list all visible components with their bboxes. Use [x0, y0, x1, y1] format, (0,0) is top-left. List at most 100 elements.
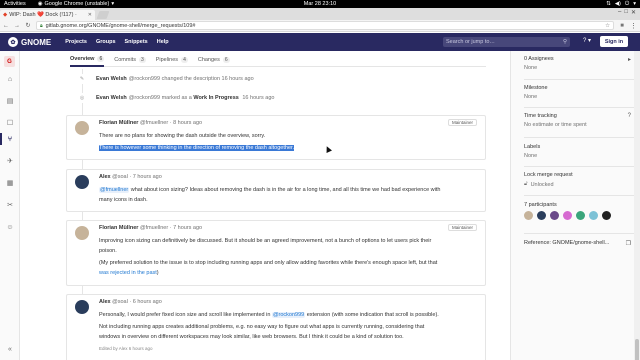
- chevron-down-icon[interactable]: ▾: [633, 1, 636, 7]
- clock[interactable]: Mar 28 23:10: [304, 1, 336, 7]
- divider: [524, 107, 636, 108]
- note-handle[interactable]: @rockon999: [129, 95, 160, 101]
- volume-icon[interactable]: ◀): [615, 1, 621, 7]
- activities-button[interactable]: Activities: [4, 1, 26, 7]
- comment-handle[interactable]: @soal: [112, 299, 128, 305]
- browser-tab[interactable]: ◆ WIP: Dash ❤️ Dock (!117) · ✕: [0, 10, 95, 20]
- browser-tab-bar: ◆ WIP: Dash ❤️ Dock (!117) · ✕ – □ ✕: [0, 8, 640, 20]
- gnome-logo[interactable]: ✿ GNOME: [8, 37, 51, 47]
- url-text: gitlab.gnome.org/GNOME/gnome-shell/merge…: [45, 22, 196, 29]
- app-menu[interactable]: ◉ Google Chrome (unstable) ▾: [38, 1, 114, 7]
- chevron-down-icon: ▾: [111, 1, 115, 7]
- close-tab-icon[interactable]: ✕: [88, 12, 92, 18]
- project-avatar[interactable]: G: [4, 56, 15, 67]
- chevron-right-icon[interactable]: ▸: [628, 56, 631, 63]
- scrollbar[interactable]: [634, 51, 640, 360]
- issues-icon[interactable]: ☐: [5, 119, 15, 129]
- comment-body: @fmuellner what about icon sizing? Ideas…: [99, 185, 477, 207]
- tab-changes[interactable]: Changes 6: [198, 53, 230, 67]
- bookmark-star-icon[interactable]: ☆: [605, 23, 610, 29]
- ci-cd-icon[interactable]: ✈: [5, 157, 15, 167]
- avatar[interactable]: [75, 175, 89, 189]
- tab-pipelines[interactable]: Pipelines 4: [156, 53, 188, 67]
- mr-tabs: Overview 6 Commits 3 Pipelines 4 Changes…: [70, 53, 486, 67]
- comment-time[interactable]: 7 hours ago: [173, 225, 202, 231]
- forward-icon[interactable]: →: [14, 23, 20, 29]
- labels-title: Labels: [524, 144, 541, 150]
- assignees-block: 0 Assignees None: [524, 56, 554, 71]
- wiki-icon[interactable]: ▦: [5, 179, 15, 189]
- maximize-icon[interactable]: □: [624, 9, 628, 16]
- comment-handle[interactable]: @soal: [112, 174, 128, 180]
- comment-author[interactable]: Alex: [99, 174, 111, 180]
- comment-time[interactable]: 6 hours ago: [133, 299, 162, 305]
- comment-author[interactable]: Florian Müllner: [99, 225, 138, 231]
- avatar[interactable]: [75, 226, 89, 240]
- time-tracking-title: Time tracking: [524, 113, 557, 119]
- sign-in-button[interactable]: Sign in: [600, 36, 628, 47]
- note-author[interactable]: Evan Welsh: [96, 95, 127, 101]
- comment-handle[interactable]: @fmuellner: [140, 120, 168, 126]
- comment-author[interactable]: Alex: [99, 299, 111, 305]
- participant-avatar[interactable]: [550, 211, 559, 220]
- note-handle[interactable]: @rockon999: [129, 76, 160, 82]
- project-overview-icon[interactable]: ⌂: [5, 75, 15, 85]
- note-time[interactable]: 16 hours ago: [242, 95, 274, 101]
- tab-overview[interactable]: Overview 6: [70, 53, 105, 67]
- active-indicator: [0, 133, 2, 145]
- comment: Alex @soal · 6 hours ago Personally, I w…: [66, 294, 486, 360]
- user-mention[interactable]: @rockon999: [271, 312, 306, 318]
- comment-time[interactable]: 7 hours ago: [133, 174, 162, 180]
- reload-icon[interactable]: ↻: [25, 22, 31, 29]
- repository-icon[interactable]: ▤: [5, 97, 15, 107]
- back-icon[interactable]: ←: [3, 23, 9, 29]
- user-mention[interactable]: @fmuellner: [99, 187, 130, 193]
- maintainer-badge: Maintainer: [447, 119, 477, 126]
- nav-help[interactable]: Help: [157, 39, 169, 45]
- tab-commits[interactable]: Commits 3: [114, 53, 146, 67]
- participant-avatar[interactable]: [537, 211, 546, 220]
- nav-groups[interactable]: Groups: [96, 39, 116, 45]
- scrollbar-thumb[interactable]: [635, 339, 639, 360]
- comment-handle[interactable]: @fmuellner: [140, 225, 168, 231]
- collapse-sidebar-icon[interactable]: «: [5, 345, 15, 355]
- tab-title: WIP: Dash ❤️ Dock (!117) ·: [9, 12, 77, 18]
- participant-avatar[interactable]: [589, 211, 598, 220]
- lock-block: Lock merge request 🔓︎ Unlocked: [524, 172, 573, 188]
- address-bar[interactable]: 🔒︎ gitlab.gnome.org/GNOME/gnome-shell/me…: [36, 21, 614, 30]
- lock-value: Unlocked: [530, 181, 554, 188]
- extension-icon[interactable]: ■: [619, 23, 625, 29]
- nav-snippets[interactable]: Snippets: [125, 39, 148, 45]
- edited-note: Edited by Alex 6 hours ago: [99, 346, 153, 351]
- search-input[interactable]: Search or jump to… ⚲: [443, 37, 570, 47]
- note-action: changed the description: [161, 76, 220, 82]
- network-icon[interactable]: ⇅: [606, 1, 611, 7]
- members-icon[interactable]: ☺: [5, 223, 15, 233]
- rejected-link[interactable]: was rejected in the past: [99, 270, 157, 276]
- avatar[interactable]: [75, 121, 89, 135]
- snippets-icon[interactable]: ✂: [5, 201, 15, 211]
- comment-body: Personally, I would prefer fixed icon si…: [99, 310, 477, 354]
- avatar[interactable]: [75, 300, 89, 314]
- participant-avatar[interactable]: [576, 211, 585, 220]
- comment-author[interactable]: Florian Müllner: [99, 120, 138, 126]
- minimize-icon[interactable]: –: [618, 9, 621, 16]
- copy-icon[interactable]: ❐: [626, 240, 631, 247]
- help-circle-icon[interactable]: ?: [628, 113, 631, 119]
- note-author[interactable]: Evan Welsh: [96, 76, 127, 82]
- close-window-icon[interactable]: ✕: [631, 9, 636, 16]
- participant-avatar[interactable]: [563, 211, 572, 220]
- note-time[interactable]: 16 hours ago: [222, 76, 254, 82]
- help-icon[interactable]: ? ▾: [583, 37, 591, 44]
- nav-projects[interactable]: Projects: [65, 39, 87, 45]
- new-tab-button[interactable]: [96, 11, 110, 19]
- merge-requests-icon[interactable]: ⑂: [5, 135, 15, 145]
- participant-avatar[interactable]: [524, 211, 533, 220]
- browser-menu-icon[interactable]: ⋮: [630, 22, 637, 30]
- power-icon[interactable]: ⏻: [625, 1, 629, 8]
- comment-time[interactable]: 8 hours ago: [173, 120, 202, 126]
- participant-avatar[interactable]: [602, 211, 611, 220]
- app-name: Google Chrome (unstable): [44, 1, 110, 7]
- divider: [524, 79, 636, 80]
- note-highlight: Work In Progress: [193, 95, 239, 101]
